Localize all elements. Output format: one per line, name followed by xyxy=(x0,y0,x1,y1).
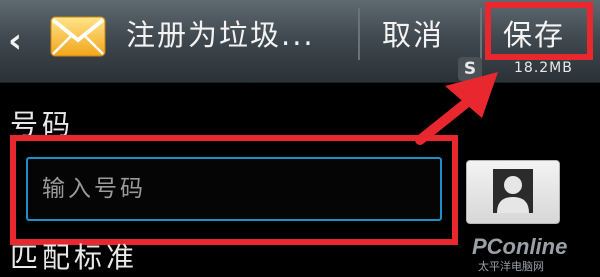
watermark-tagline: 太平洋电脑网 xyxy=(478,259,544,273)
watermark-logo: PConline 太平洋电脑网 xyxy=(472,234,567,273)
divider xyxy=(358,8,360,60)
save-highlight-box xyxy=(485,2,593,60)
back-button[interactable]: ‹ xyxy=(8,24,36,60)
watermark-brand: PConline xyxy=(472,234,567,259)
match-criteria-label: 匹配标准 xyxy=(10,241,139,274)
divider xyxy=(480,8,482,60)
contact-person-icon xyxy=(493,169,533,213)
number-input[interactable]: 输入号码 xyxy=(26,157,442,221)
memory-readout: 18.2MB xyxy=(514,60,573,76)
screen-title: 注册为垃圾... xyxy=(126,18,315,52)
app-badge-icon: S xyxy=(458,57,482,81)
cancel-button[interactable]: 取消 xyxy=(382,12,444,54)
contact-picker-button[interactable] xyxy=(466,160,560,224)
envelope-icon xyxy=(50,16,106,57)
chevron-left-icon: ‹ xyxy=(8,21,23,61)
